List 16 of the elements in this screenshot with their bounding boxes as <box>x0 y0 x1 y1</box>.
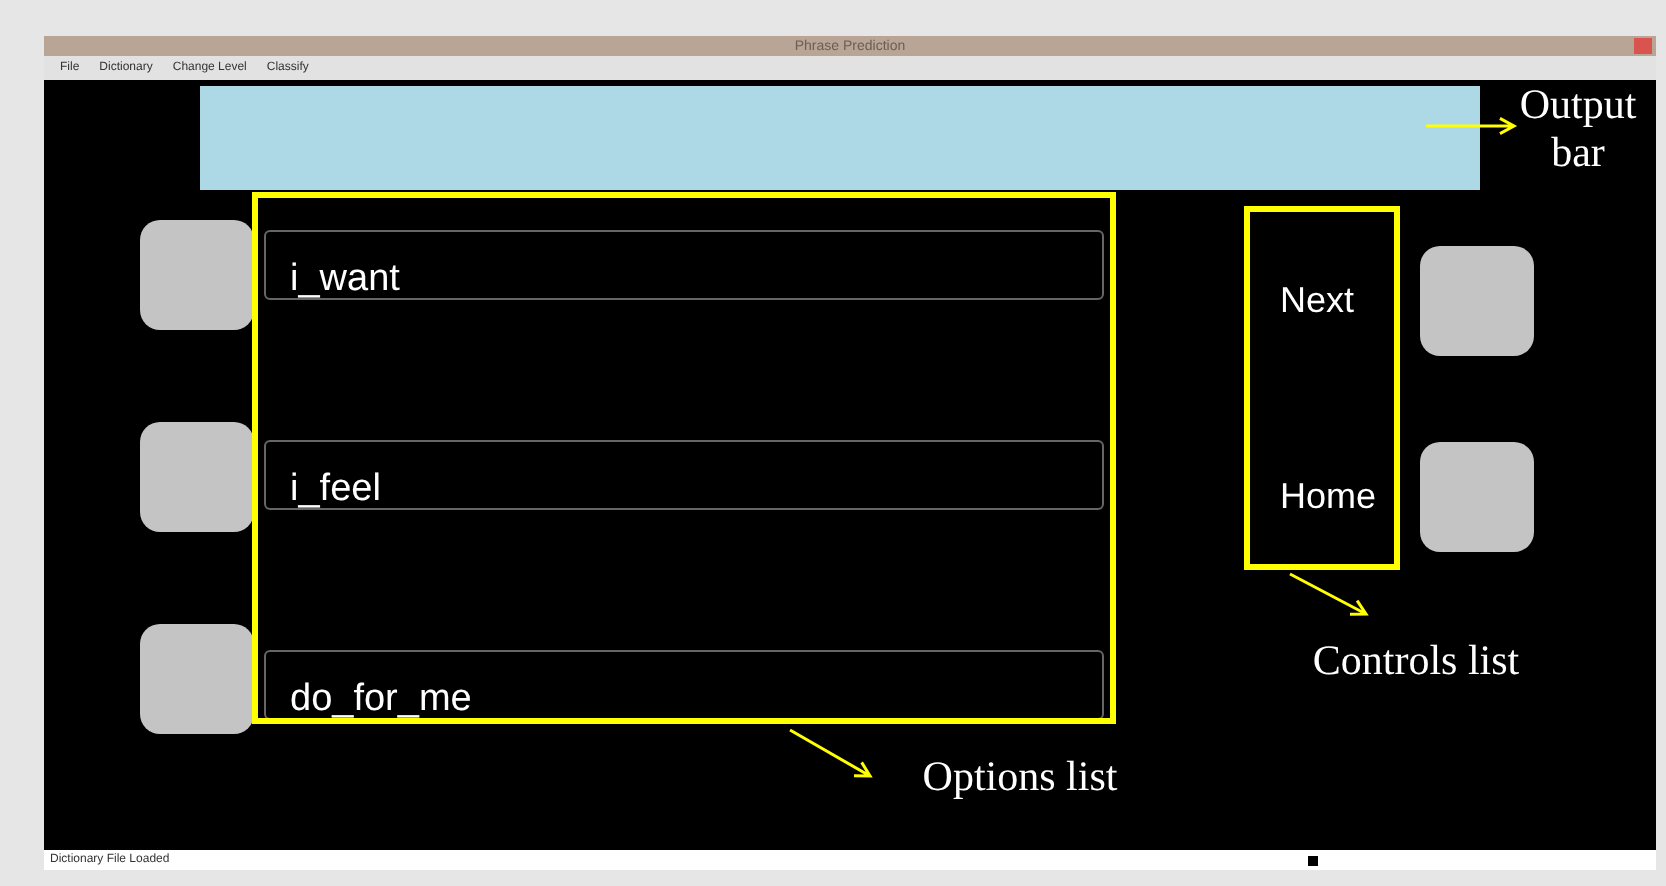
option-item[interactable]: i_want <box>264 230 1104 300</box>
arrow <box>1288 572 1369 616</box>
annotation-label: Options list <box>920 752 1120 800</box>
control-item[interactable]: Next <box>1280 280 1404 322</box>
arrow <box>1424 116 1518 136</box>
switch-button[interactable] <box>140 624 254 734</box>
option-item[interactable]: do_for_me <box>264 650 1104 720</box>
arrow <box>788 728 873 778</box>
switch-button[interactable] <box>1420 442 1534 552</box>
control-item[interactable]: Home <box>1280 476 1404 518</box>
annotation-label: Output bar <box>1517 80 1639 176</box>
annotation-label: Controls list <box>1310 636 1522 684</box>
switch-button[interactable] <box>140 422 254 532</box>
switch-button[interactable] <box>1420 246 1534 356</box>
option-item[interactable]: i_feel <box>264 440 1104 510</box>
switch-button[interactable] <box>140 220 254 330</box>
